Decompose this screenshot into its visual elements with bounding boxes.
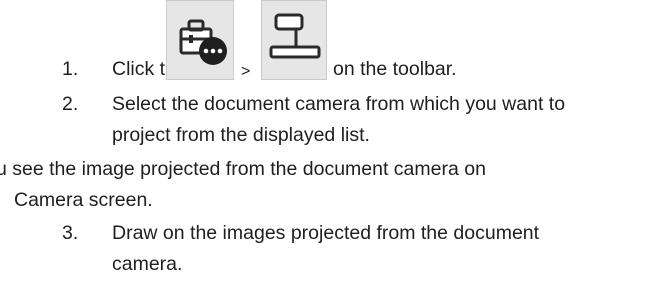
step-3-line-2: camera. — [112, 253, 183, 275]
note-line-2: Camera screen. — [14, 189, 153, 211]
note-line-1: u see the image projected from the docum… — [0, 158, 486, 180]
step-2-number: 2. — [62, 93, 79, 115]
step-2-line-2: project from the displayed list. — [112, 124, 370, 146]
step-3-number: 3. — [62, 222, 79, 244]
step-2-line-1: Select the document camera from which yo… — [112, 93, 566, 115]
step-1-separator: > — [241, 63, 251, 80]
step-3-line-1: Draw on the images projected from the do… — [112, 222, 540, 244]
document-camera-icon — [261, 0, 327, 80]
step-1-text-after: on the toolbar. — [333, 58, 457, 80]
toolbox-more-icon — [166, 0, 234, 80]
step-1-number: 1. — [62, 58, 79, 80]
